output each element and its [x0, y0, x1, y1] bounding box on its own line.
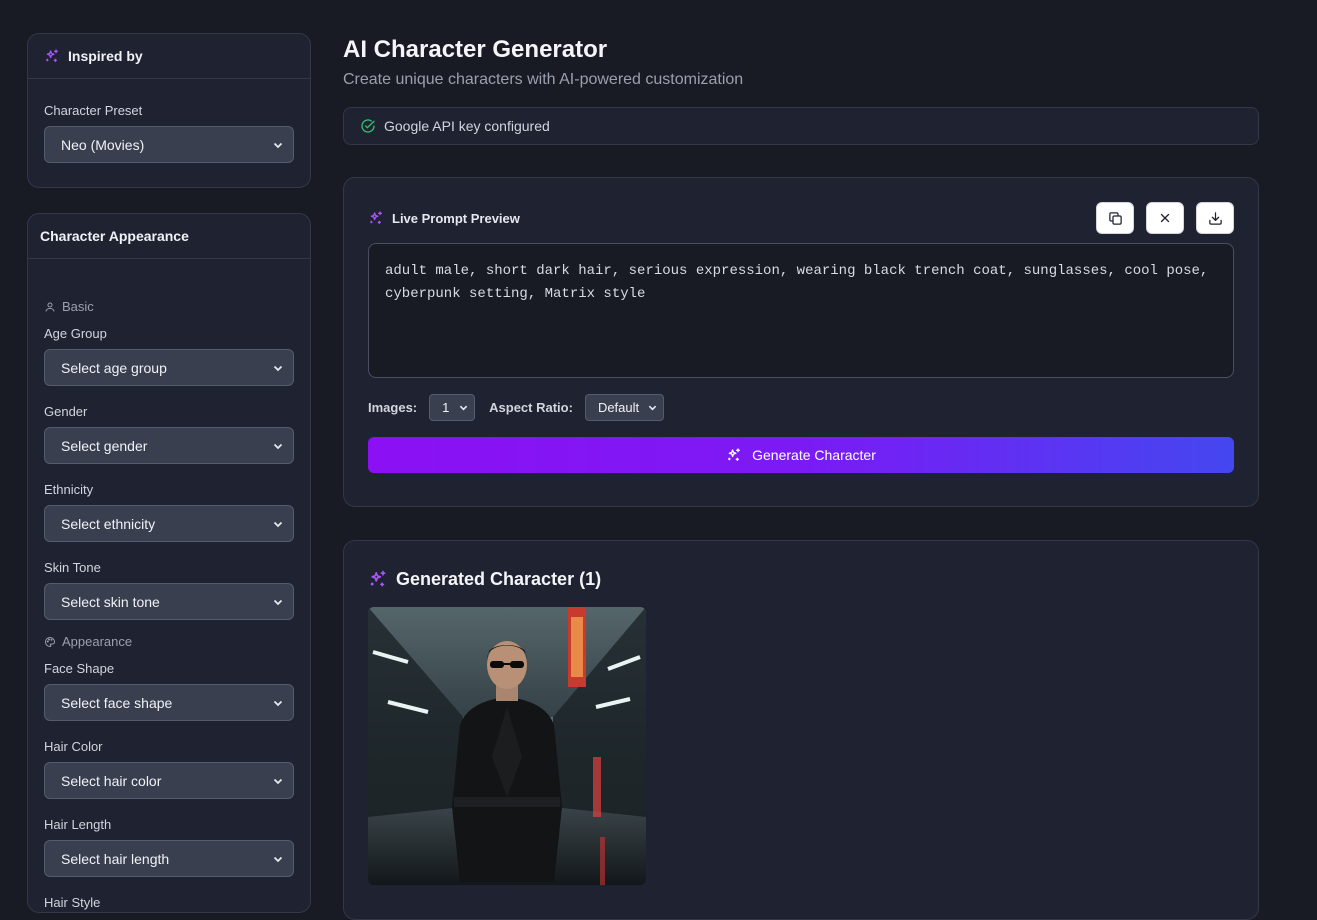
clear-button[interactable]: [1146, 202, 1184, 234]
prompt-actions: [1096, 202, 1234, 234]
face-shape-value: Select face shape: [61, 694, 173, 711]
appearance-card: Character Appearance Basic Age Group Sel…: [27, 213, 311, 913]
aspect-ratio-label: Aspect Ratio:: [489, 400, 573, 415]
age-group-field: Age Group Select age group: [44, 326, 294, 386]
hair-color-select[interactable]: Select hair color: [44, 762, 294, 799]
section-basic: Basic: [44, 299, 294, 314]
chevron-down-icon: [273, 856, 283, 862]
face-shape-field: Face Shape Select face shape: [44, 661, 294, 721]
generation-options: Images: 1 Aspect Ratio: Default: [368, 394, 1234, 421]
aspect-ratio-value: Default: [597, 400, 640, 415]
skin-tone-select[interactable]: Select skin tone: [44, 583, 294, 620]
prompt-preview-card: Live Prompt Preview adult male, short da…: [343, 177, 1259, 507]
close-icon: [1160, 213, 1170, 223]
sparkles-icon: [728, 448, 741, 461]
generate-character-button[interactable]: Generate Character: [368, 437, 1234, 473]
ethnicity-select[interactable]: Select ethnicity: [44, 505, 294, 542]
images-count-value: 1: [442, 400, 450, 415]
generate-button-label: Generate Character: [752, 447, 876, 463]
skin-tone-field: Skin Tone Select skin tone: [44, 560, 294, 620]
hair-length-label: Hair Length: [44, 817, 112, 832]
preset-card: Inspired by Character Preset Neo (Movies…: [27, 33, 311, 188]
chevron-down-icon: [273, 778, 283, 784]
skin-tone-value: Select skin tone: [61, 593, 160, 610]
ethnicity-label: Ethnicity: [44, 482, 94, 497]
sparkles-icon: [370, 570, 386, 587]
chevron-down-icon: [648, 405, 657, 411]
chevron-down-icon: [273, 142, 283, 148]
section-basic-label: Basic: [62, 299, 94, 314]
generated-character-image[interactable]: [368, 607, 646, 885]
palette-icon: [45, 636, 56, 647]
prompt-textarea[interactable]: adult male, short dark hair, serious exp…: [368, 243, 1234, 378]
character-preset-select[interactable]: Neo (Movies): [44, 126, 294, 163]
chevron-down-icon: [273, 443, 283, 449]
hair-length-value: Select hair length: [61, 850, 170, 867]
aspect-ratio-select[interactable]: Default: [584, 394, 664, 421]
api-status-text: Google API key configured: [384, 118, 550, 134]
generated-character-title: Generated Character (1): [396, 568, 602, 589]
check-circle-icon: [361, 119, 375, 133]
prompt-preview-title: Live Prompt Preview: [392, 210, 520, 226]
character-illustration: [368, 607, 646, 885]
face-shape-label: Face Shape: [44, 661, 115, 676]
preset-card-header: Inspired by: [28, 34, 310, 79]
chevron-down-icon: [273, 700, 283, 706]
chevron-down-icon: [273, 599, 283, 605]
gender-label: Gender: [44, 404, 88, 419]
download-icon: [1208, 211, 1222, 225]
age-group-label: Age Group: [44, 326, 107, 341]
sidebar: Inspired by Character Preset Neo (Movies…: [27, 33, 311, 913]
sparkles-icon: [370, 211, 382, 224]
preset-card-title: Inspired by: [68, 48, 143, 64]
copy-button[interactable]: [1096, 202, 1134, 234]
appearance-card-title: Character Appearance: [40, 228, 189, 244]
section-appearance-label: Appearance: [62, 634, 133, 649]
api-status-banner: Google API key configured: [343, 107, 1259, 145]
character-preset-value: Neo (Movies): [61, 136, 145, 153]
images-count-select[interactable]: 1: [429, 394, 476, 421]
appearance-card-body: Basic Age Group Select age group Gender …: [28, 259, 310, 910]
hair-style-label: Hair Style: [44, 895, 101, 910]
user-icon: [45, 302, 55, 312]
skin-tone-label: Skin Tone: [44, 560, 101, 575]
hair-color-value: Select hair color: [61, 772, 162, 789]
chevron-down-icon: [459, 405, 468, 411]
face-shape-select[interactable]: Select face shape: [44, 684, 294, 721]
download-button[interactable]: [1196, 202, 1234, 234]
hair-color-field: Hair Color Select hair color: [44, 739, 294, 799]
hair-style-field: Hair Style: [44, 895, 294, 910]
main-content: AI Character Generator Create unique cha…: [343, 33, 1259, 920]
hair-color-label: Hair Color: [44, 739, 103, 754]
generated-character-header: Generated Character (1): [368, 565, 1234, 593]
copy-icon: [1108, 211, 1122, 225]
preset-card-body: Character Preset Neo (Movies): [28, 79, 310, 187]
ethnicity-field: Ethnicity Select ethnicity: [44, 482, 294, 542]
gender-field: Gender Select gender: [44, 404, 294, 464]
chevron-down-icon: [273, 365, 283, 371]
age-group-select[interactable]: Select age group: [44, 349, 294, 386]
gender-select[interactable]: Select gender: [44, 427, 294, 464]
ethnicity-value: Select ethnicity: [61, 515, 156, 532]
hair-length-field: Hair Length Select hair length: [44, 817, 294, 877]
section-appearance: Appearance: [44, 634, 294, 649]
character-preset-label: Character Preset: [44, 103, 143, 118]
hair-length-select[interactable]: Select hair length: [44, 840, 294, 877]
gender-value: Select gender: [61, 437, 148, 454]
images-label: Images:: [368, 400, 418, 415]
appearance-card-header: Character Appearance: [28, 214, 310, 259]
chevron-down-icon: [273, 521, 283, 527]
generated-character-card: Generated Character (1): [343, 540, 1259, 920]
sparkles-icon: [46, 49, 58, 62]
page-subtitle: Create unique characters with AI-powered…: [343, 71, 744, 88]
page-title: AI Character Generator: [343, 36, 608, 63]
age-group-value: Select age group: [61, 359, 167, 376]
